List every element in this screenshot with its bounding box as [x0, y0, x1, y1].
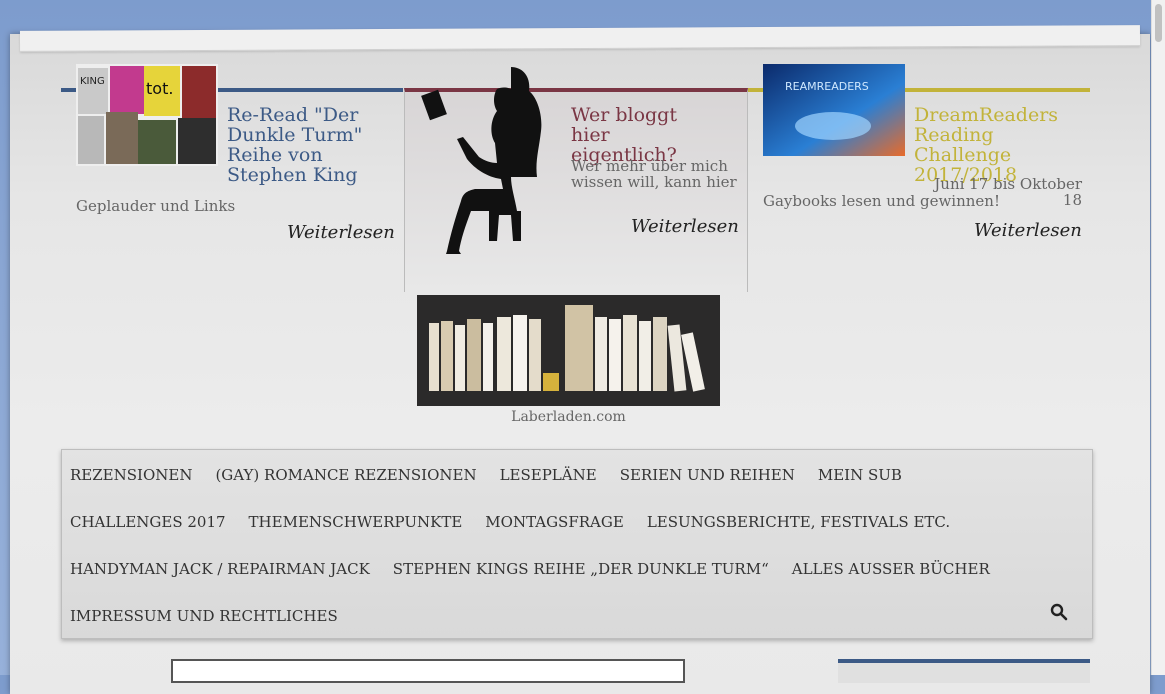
- nav-item[interactable]: MONTAGSFRAGE: [485, 513, 624, 531]
- nav-item[interactable]: ALLES AUSSER BÜCHER: [792, 560, 990, 578]
- scrollbar[interactable]: [1151, 0, 1165, 675]
- nav-item[interactable]: SERIEN UND REIHEN: [620, 466, 795, 484]
- site-logo[interactable]: [417, 295, 720, 406]
- nav-row: CHALLENGES 2017 THEMENSCHWERPUNKTE MONTAGS…: [70, 499, 973, 545]
- content-box: [171, 659, 685, 683]
- svg-text:tot.: tot.: [146, 79, 173, 98]
- read-more-link[interactable]: Weiterlesen: [287, 222, 395, 243]
- feature-title[interactable]: Wer bloggt hier eigentlich?: [571, 105, 721, 165]
- feature-desc: Wer mehr über mich wissen will, kann hie…: [571, 157, 737, 191]
- site-caption[interactable]: Laberladen.com: [417, 409, 720, 425]
- feature-challenge: REAMREADERS DreamReaders Reading Challen…: [748, 64, 1090, 292]
- badge-text: REAMREADERS: [785, 80, 869, 93]
- main-navigation: REZENSIONEN (GAY) ROMANCE REZENSIONEN LESE…: [61, 449, 1093, 639]
- nav-item[interactable]: HANDYMAN JACK / REPAIRMAN JACK: [70, 560, 370, 578]
- nav-row: REZENSIONEN (GAY) ROMANCE REZENSIONEN LESE…: [70, 452, 925, 498]
- nav-item[interactable]: THEMENSCHWERPUNKTE: [249, 513, 463, 531]
- feature-desc: Gaybooks lesen und gewinnen!: [763, 192, 1000, 210]
- nav-item[interactable]: IMPRESSUM UND RECHTLICHES: [70, 607, 338, 625]
- search-icon[interactable]: [1050, 603, 1068, 621]
- feature-reread: KING tot. Re-Read "Der Dunkle Turm" Reih…: [61, 64, 403, 292]
- dreamreaders-thumbnail[interactable]: REAMREADERS: [763, 64, 905, 156]
- nav-row: IMPRESSUM UND RECHTLICHES: [70, 593, 361, 639]
- feature-about: Wer bloggt hier eigentlich? Wer mehr übe…: [404, 67, 748, 292]
- nav-item[interactable]: LESEPLÄNE: [500, 466, 597, 484]
- read-more-link[interactable]: Weiterlesen: [631, 216, 739, 237]
- book-covers-thumbnail[interactable]: KING tot.: [76, 64, 218, 166]
- read-more-link[interactable]: Weiterlesen: [974, 220, 1082, 241]
- nav-item[interactable]: LESUNGSBERICHTE, FESTIVALS ETC.: [647, 513, 950, 531]
- svg-text:KING: KING: [80, 76, 105, 87]
- nav-item[interactable]: STEPHEN KINGS REIHE „DER DUNKLE TURM“: [393, 560, 769, 578]
- feature-title[interactable]: DreamReaders Reading Challenge 2017/2018: [914, 105, 1090, 185]
- nav-row: HANDYMAN JACK / REPAIRMAN JACK STEPHEN KI…: [70, 546, 1013, 592]
- scrollbar-thumb[interactable]: [1155, 4, 1162, 42]
- nav-item[interactable]: MEIN SUB: [818, 466, 902, 484]
- nav-item[interactable]: CHALLENGES 2017: [70, 513, 226, 531]
- nav-item[interactable]: REZENSIONEN: [70, 466, 192, 484]
- reading-woman-silhouette: [421, 67, 542, 254]
- sidebar-widget: [838, 659, 1090, 683]
- feature-title[interactable]: Re-Read "Der Dunkle Turm" Reihe von Step…: [227, 105, 397, 185]
- nav-item[interactable]: (GAY) ROMANCE REZENSIONEN: [215, 466, 476, 484]
- feature-desc: Geplauder und Links: [76, 197, 236, 215]
